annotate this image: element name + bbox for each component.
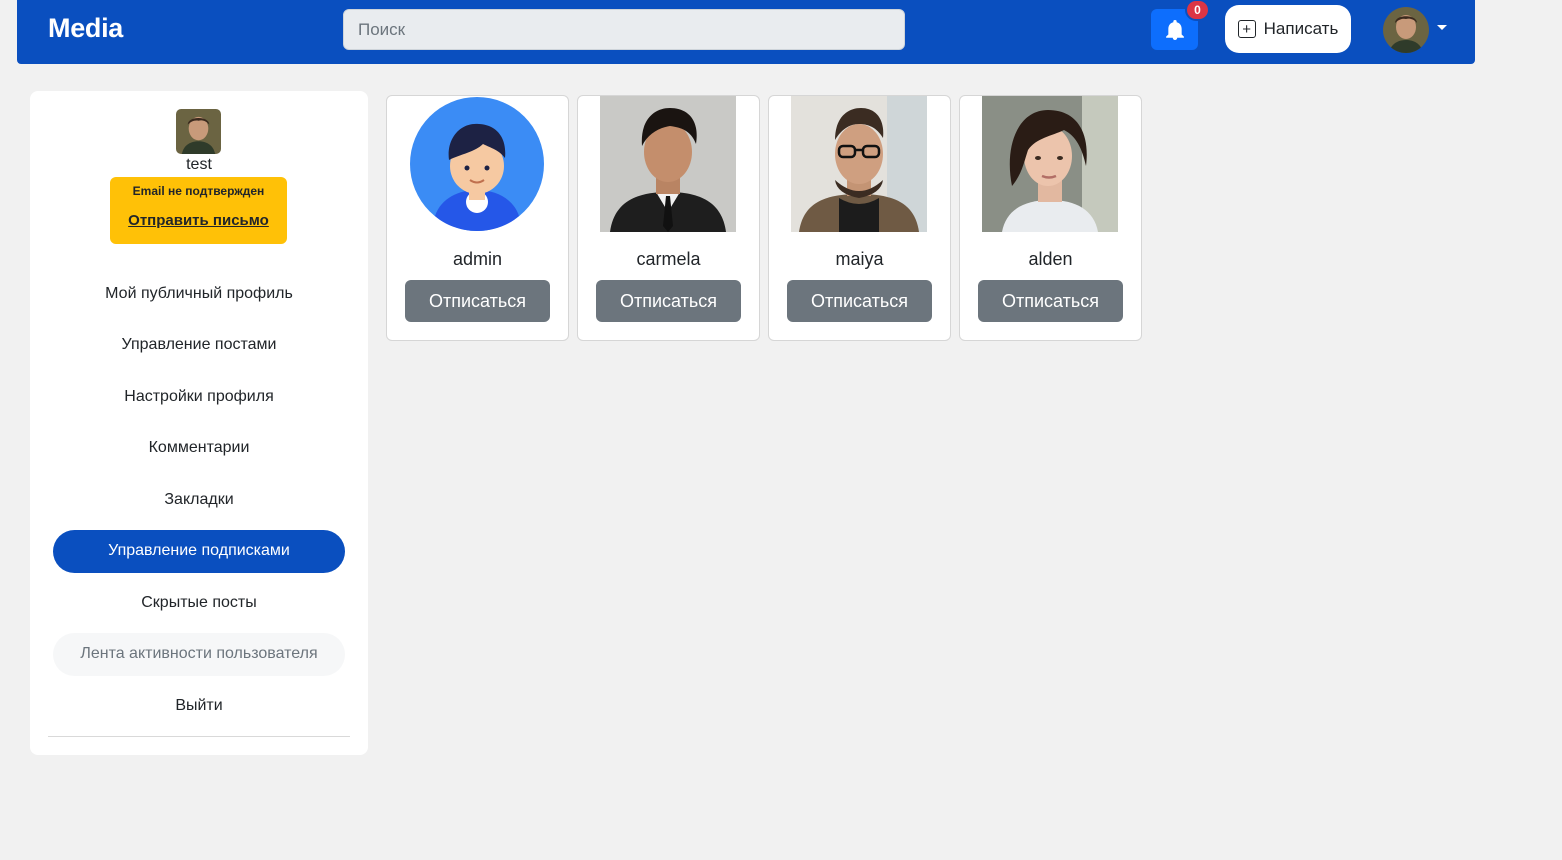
- email-unverified-alert: Email не подтвержден Отправить письмо: [110, 177, 287, 244]
- subscription-avatar: [600, 96, 736, 232]
- bell-icon: [1165, 19, 1184, 40]
- subscription-name[interactable]: admin: [387, 249, 568, 270]
- sidebar-item-subscriptions[interactable]: Управление подписками: [53, 529, 345, 573]
- chevron-down-icon[interactable]: [1437, 25, 1447, 30]
- subscription-avatar: [409, 96, 545, 232]
- sidebar-item-hidden-posts[interactable]: Скрытые посты: [53, 581, 345, 624]
- search-input[interactable]: [343, 9, 905, 50]
- user-photo: [600, 96, 736, 232]
- sidebar-username: test: [186, 156, 212, 173]
- unsubscribe-button[interactable]: Отписаться: [596, 280, 741, 322]
- notifications-count-badge: 0: [1185, 0, 1210, 21]
- profile-sidebar: test Email не подтвержден Отправить пись…: [30, 91, 368, 755]
- sidebar-divider: [48, 736, 350, 737]
- subscription-card: alden Отписаться: [959, 95, 1142, 341]
- avatar-photo: [1383, 7, 1429, 53]
- subscription-name[interactable]: carmela: [578, 249, 759, 270]
- sidebar-item-logout[interactable]: Выйти: [53, 684, 345, 727]
- sidebar-avatar: [176, 109, 221, 154]
- subscription-avatar: [982, 96, 1118, 232]
- write-post-label: Написать: [1263, 19, 1339, 38]
- brand-logo[interactable]: Media: [48, 13, 123, 44]
- email-warning-text: Email не подтвержден: [132, 184, 265, 198]
- unsubscribe-button[interactable]: Отписаться: [405, 280, 550, 322]
- subscription-avatar: [791, 96, 927, 232]
- sidebar-item-profile-settings[interactable]: Настройки профиля: [53, 375, 345, 418]
- top-navbar: Media 0 + Написать: [17, 0, 1475, 64]
- user-avatar-menu[interactable]: [1383, 7, 1429, 53]
- avatar-photo: [176, 109, 221, 154]
- unsubscribe-button[interactable]: Отписаться: [978, 280, 1123, 322]
- subscription-card: admin Отписаться: [386, 95, 569, 341]
- sidebar-item-bookmarks[interactable]: Закладки: [53, 478, 345, 521]
- subscription-card: carmela Отписаться: [577, 95, 760, 341]
- default-user-icon: [409, 96, 545, 232]
- subscription-name[interactable]: maiya: [769, 249, 950, 270]
- write-post-button[interactable]: + Написать: [1225, 5, 1351, 53]
- subscription-name[interactable]: alden: [960, 249, 1141, 270]
- unsubscribe-button[interactable]: Отписаться: [787, 280, 932, 322]
- sidebar-menu: Мой публичный профиль Управление постами…: [53, 272, 345, 736]
- subscription-card: maiya Отписаться: [768, 95, 951, 341]
- sidebar-item-manage-posts[interactable]: Управление постами: [53, 324, 345, 367]
- send-email-link[interactable]: Отправить письмо: [128, 212, 269, 229]
- sidebar-item-public-profile[interactable]: Мой публичный профиль: [53, 272, 345, 315]
- sidebar-item-activity-feed: Лента активности пользователя: [53, 632, 345, 676]
- user-photo: [791, 96, 927, 232]
- sidebar-item-comments[interactable]: Комментарии: [53, 427, 345, 470]
- plus-square-icon: +: [1237, 20, 1256, 38]
- user-photo: [982, 96, 1118, 232]
